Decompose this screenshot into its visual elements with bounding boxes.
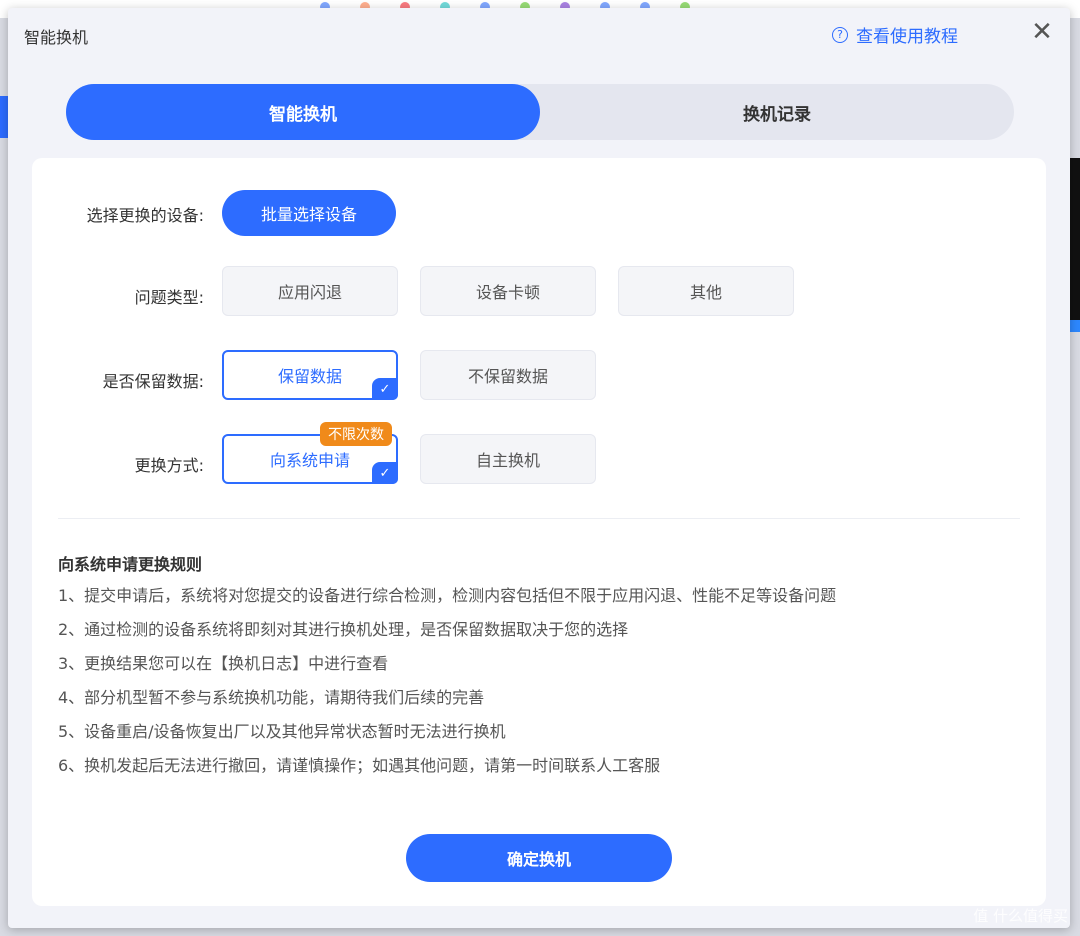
option-self-switch[interactable]: 自主换机	[420, 434, 596, 484]
option-no-keep-data[interactable]: 不保留数据	[420, 350, 596, 400]
help-tutorial-link[interactable]: ? 查看使用教程	[832, 22, 958, 47]
unlimited-times-badge: 不限次数	[320, 422, 392, 446]
help-tutorial-label: 查看使用教程	[856, 27, 958, 47]
keep-data-label: 是否保留数据:	[102, 372, 204, 391]
option-app-crash[interactable]: 应用闪退	[222, 266, 398, 316]
checkmark-icon: ✓	[372, 378, 398, 400]
tab-bar: 智能换机 换机记录	[66, 84, 1014, 140]
switch-method-label: 更换方式:	[134, 456, 204, 475]
rule-item: 2、通过检测的设备系统将即刻对其进行换机处理，是否保留数据取决于您的选择	[58, 620, 629, 639]
tab-smart-switch[interactable]: 智能换机	[66, 84, 540, 140]
batch-select-devices-button[interactable]: 批量选择设备	[222, 190, 396, 236]
rules-title: 向系统申请更换规则	[58, 555, 203, 574]
rule-item: 6、换机发起后无法进行撤回，请谨慎操作；如遇其他问题，请第一时间联系人工客服	[58, 756, 661, 775]
question-circle-icon: ?	[832, 26, 848, 43]
checkmark-icon: ✓	[372, 462, 398, 484]
smart-switch-dialog: 智能换机 ? 查看使用教程 ✕ 智能换机 换机记录 选择更换的设备: 批量选择设…	[8, 8, 1070, 928]
rule-item: 4、部分机型暂不参与系统换机功能，请期待我们后续的完善	[58, 688, 485, 707]
rule-item: 1、提交申请后，系统将对您提交的设备进行综合检测，检测内容包括但不限于应用闪退、…	[58, 586, 837, 605]
background-sidebar-accent	[0, 96, 8, 138]
rule-item: 3、更换结果您可以在【换机日志】中进行查看	[58, 654, 389, 673]
divider	[58, 518, 1020, 519]
rules-list: 1、提交申请后，系统将对您提交的设备进行综合检测，检测内容包括但不限于应用闪退、…	[58, 585, 836, 789]
option-device-lag[interactable]: 设备卡顿	[420, 266, 596, 316]
problem-type-label: 问题类型:	[134, 288, 204, 307]
option-keep-data[interactable]: 保留数据 ✓	[222, 350, 398, 400]
tab-switch-records[interactable]: 换机记录	[540, 84, 1014, 140]
option-keep-data-label: 保留数据	[277, 367, 342, 386]
confirm-switch-button[interactable]: 确定换机	[406, 834, 672, 882]
watermark: 值 什么值得买	[973, 907, 1068, 925]
close-icon[interactable]: ✕	[1028, 18, 1056, 46]
device-select-label: 选择更换的设备:	[86, 206, 204, 225]
option-apply-to-system[interactable]: 向系统申请 ✓ 不限次数	[222, 422, 398, 484]
rule-item: 5、设备重启/设备恢复出厂以及其他异常状态暂时无法进行换机	[58, 722, 506, 741]
dialog-titlebar: 智能换机 ? 查看使用教程 ✕	[8, 8, 1070, 58]
option-apply-to-system-label: 向系统申请	[269, 451, 350, 470]
form-panel: 选择更换的设备: 批量选择设备 问题类型: 应用闪退 设备卡顿 其他 是否保留数…	[32, 158, 1046, 906]
dialog-title: 智能换机	[24, 28, 89, 47]
option-other[interactable]: 其他	[618, 266, 794, 316]
